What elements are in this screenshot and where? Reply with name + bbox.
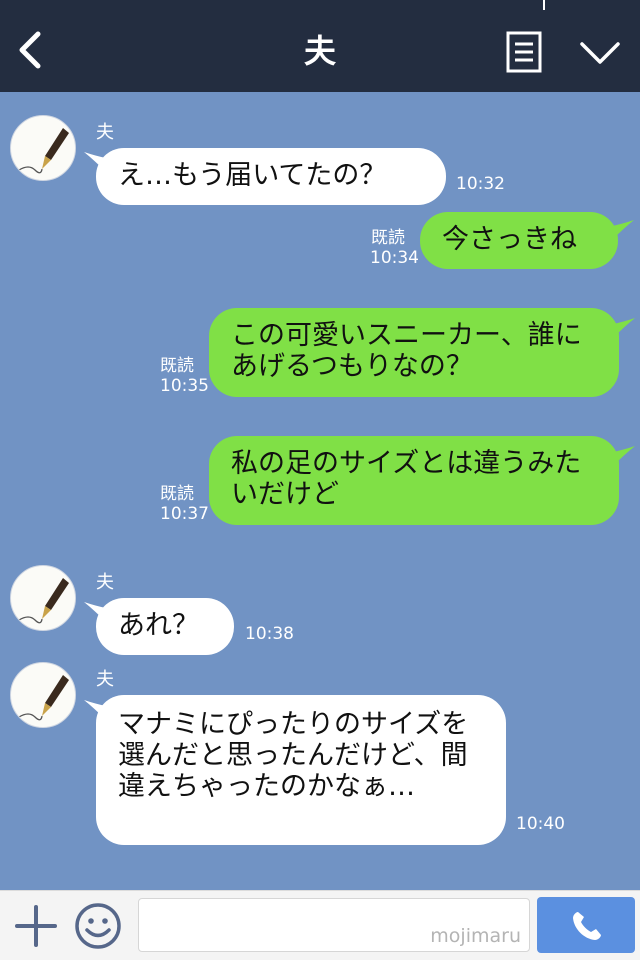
chevron-down-icon[interactable] — [578, 38, 622, 68]
message-text: 今さっきね — [442, 224, 577, 255]
bubble-tail — [613, 318, 635, 338]
input-bar: mojimaru — [0, 890, 640, 960]
message-time: 10:34 — [370, 248, 419, 268]
emoji-icon[interactable] — [74, 902, 122, 950]
avatar[interactable] — [10, 565, 76, 631]
status-notch — [543, 0, 545, 10]
sender-name: 夫 — [96, 572, 114, 593]
read-receipt: 既読 — [160, 484, 194, 504]
chat-title: 夫 — [303, 32, 336, 70]
message-time: 10:32 — [456, 174, 505, 194]
fountain-pen-icon — [18, 578, 69, 624]
read-receipt: 既読 — [371, 228, 405, 248]
message-time: 10:35 — [160, 376, 209, 396]
message-text: 私の足のサイズとは違うみたいだけど — [231, 448, 582, 510]
message-time: 10:38 — [245, 624, 294, 644]
message-bubble[interactable]: マナミにぴったりのサイズを選んだと思ったんだけど、間違えちゃったのかなぁ… — [96, 695, 506, 845]
message-bubble[interactable]: あれ？ — [96, 598, 234, 655]
message-bubble[interactable]: 今さっきね — [420, 212, 618, 269]
plus-icon[interactable] — [14, 904, 58, 948]
bubble-tail — [612, 220, 634, 240]
message-text: あれ？ — [118, 610, 199, 641]
sender-name: 夫 — [96, 669, 114, 690]
call-button[interactable] — [537, 897, 635, 953]
notes-icon[interactable] — [506, 31, 542, 73]
bubble-tail — [613, 446, 635, 466]
chat-header: 夫 — [0, 0, 640, 92]
message-bubble[interactable]: 私の足のサイズとは違うみたいだけど — [209, 436, 619, 525]
message-bubble[interactable]: え…もう届いてたの？ — [96, 148, 446, 205]
avatar[interactable] — [10, 662, 76, 728]
message-text: マナミにぴったりのサイズを選んだと思ったんだけど、間違えちゃったのかなぁ… — [118, 709, 469, 802]
fountain-pen-icon — [18, 128, 69, 174]
fountain-pen-icon — [18, 675, 69, 721]
message-text: え…もう届いてたの？ — [118, 160, 387, 191]
message-bubble[interactable]: この可愛いスニーカー、誰にあげるつもりなの？ — [209, 308, 619, 397]
message-input[interactable]: mojimaru — [138, 898, 530, 952]
sender-name: 夫 — [96, 122, 114, 143]
message-time: 10:37 — [160, 504, 209, 524]
chat-area: 夫 え…もう届いてたの？ 10:32 既読 10:34 今さっきね 既読 10:… — [0, 92, 640, 890]
message-time: 10:40 — [516, 814, 565, 834]
avatar[interactable] — [10, 115, 76, 181]
message-text: この可愛いスニーカー、誰にあげるつもりなの？ — [231, 320, 582, 382]
phone-icon — [573, 912, 601, 940]
read-receipt: 既読 — [160, 356, 194, 376]
watermark: mojimaru — [430, 925, 521, 947]
